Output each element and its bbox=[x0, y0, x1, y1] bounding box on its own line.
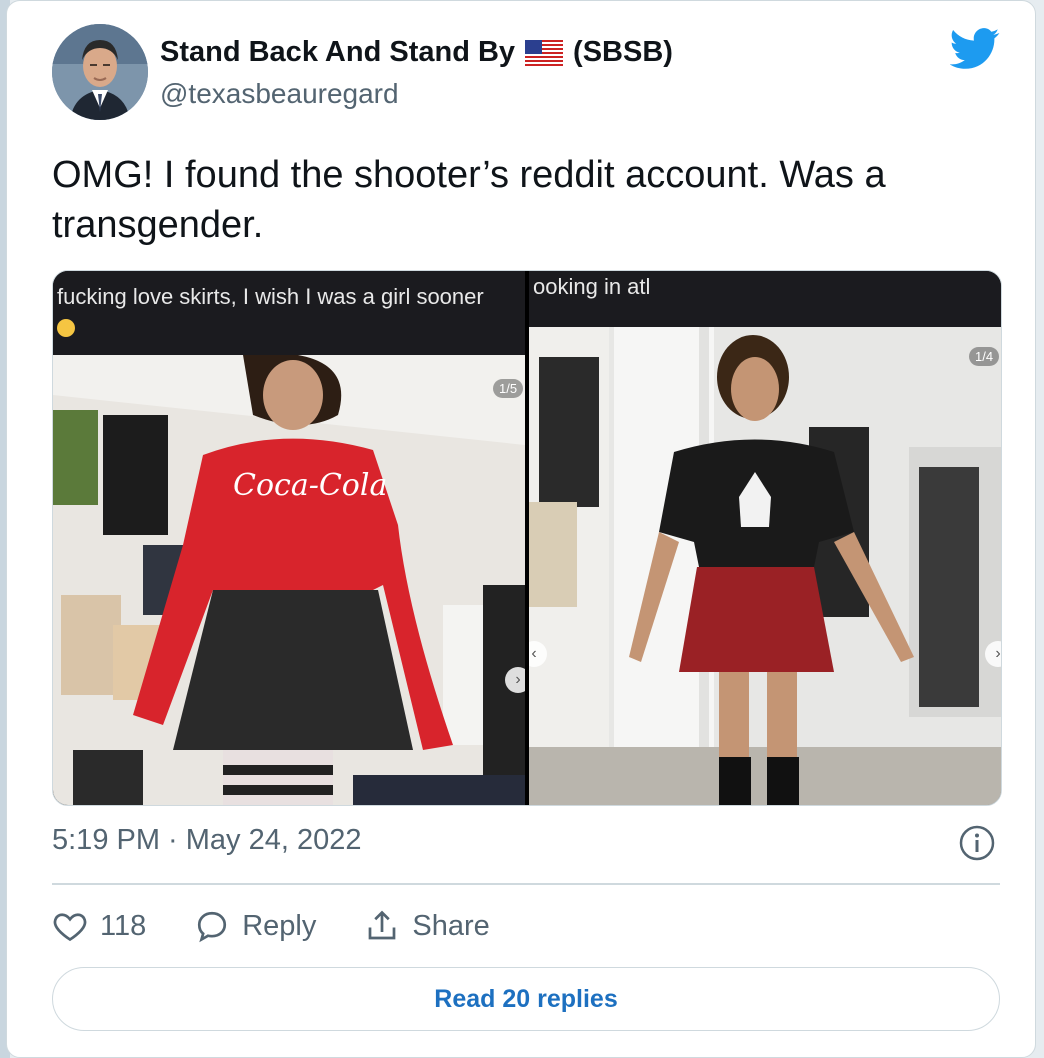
sweat-smile-emoji-icon bbox=[57, 319, 75, 338]
media-caption-left: fucking love skirts, I wish I was a girl… bbox=[53, 271, 525, 355]
display-name: Stand Back And Stand By bbox=[160, 36, 516, 68]
info-icon[interactable] bbox=[958, 824, 996, 862]
share-icon bbox=[369, 910, 396, 940]
reply-bubble-icon bbox=[198, 911, 227, 943]
image-counter-left: 1/5 bbox=[493, 379, 524, 398]
twitter-bird-icon[interactable] bbox=[950, 28, 1000, 70]
author-handle[interactable]: @texasbeauregard bbox=[160, 78, 399, 110]
tweet-actions: 118 Reply Share bbox=[52, 900, 538, 952]
reply-button[interactable]: Reply bbox=[194, 908, 316, 944]
photo-left: Coca-Cola bbox=[53, 355, 525, 805]
caption-text-left: fucking love skirts, I wish I was a girl… bbox=[57, 284, 484, 309]
reply-label: Reply bbox=[242, 909, 317, 942]
like-button[interactable]: 118 bbox=[52, 908, 146, 944]
share-button[interactable]: Share bbox=[364, 908, 490, 944]
photo-right bbox=[529, 327, 1001, 805]
media-caption-right: ooking in atl bbox=[529, 271, 1001, 327]
media-image-right[interactable]: ooking in atl 1/4 ‹ › bbox=[529, 271, 1001, 805]
image-counter-right: 1/4 bbox=[969, 347, 1000, 366]
divider bbox=[52, 883, 1000, 885]
caption-text-right: ooking in atl bbox=[533, 274, 651, 299]
media-grid[interactable]: Coca-Cola fucking love skirts, I wish I … bbox=[52, 270, 1002, 806]
us-flag-icon bbox=[525, 39, 564, 66]
avatar[interactable] bbox=[52, 24, 148, 120]
tweet-timestamp[interactable]: 5:19 PM · May 24, 2022 bbox=[52, 824, 362, 857]
svg-text:Coca-Cola: Coca-Cola bbox=[233, 468, 387, 503]
tweet-text: OMG! I found the shooter’s reddit accoun… bbox=[52, 154, 886, 246]
name-suffix: (SBSB) bbox=[573, 36, 673, 68]
author-name[interactable]: Stand Back And Stand By (SBSB) bbox=[160, 36, 673, 69]
next-arrow-icon[interactable]: › bbox=[505, 667, 525, 693]
like-count: 118 bbox=[100, 909, 147, 942]
heart-icon bbox=[53, 913, 87, 942]
read-replies-button[interactable]: Read 20 replies bbox=[52, 967, 1000, 1031]
media-image-left[interactable]: Coca-Cola fucking love skirts, I wish I … bbox=[53, 271, 525, 805]
share-label: Share bbox=[412, 909, 490, 942]
